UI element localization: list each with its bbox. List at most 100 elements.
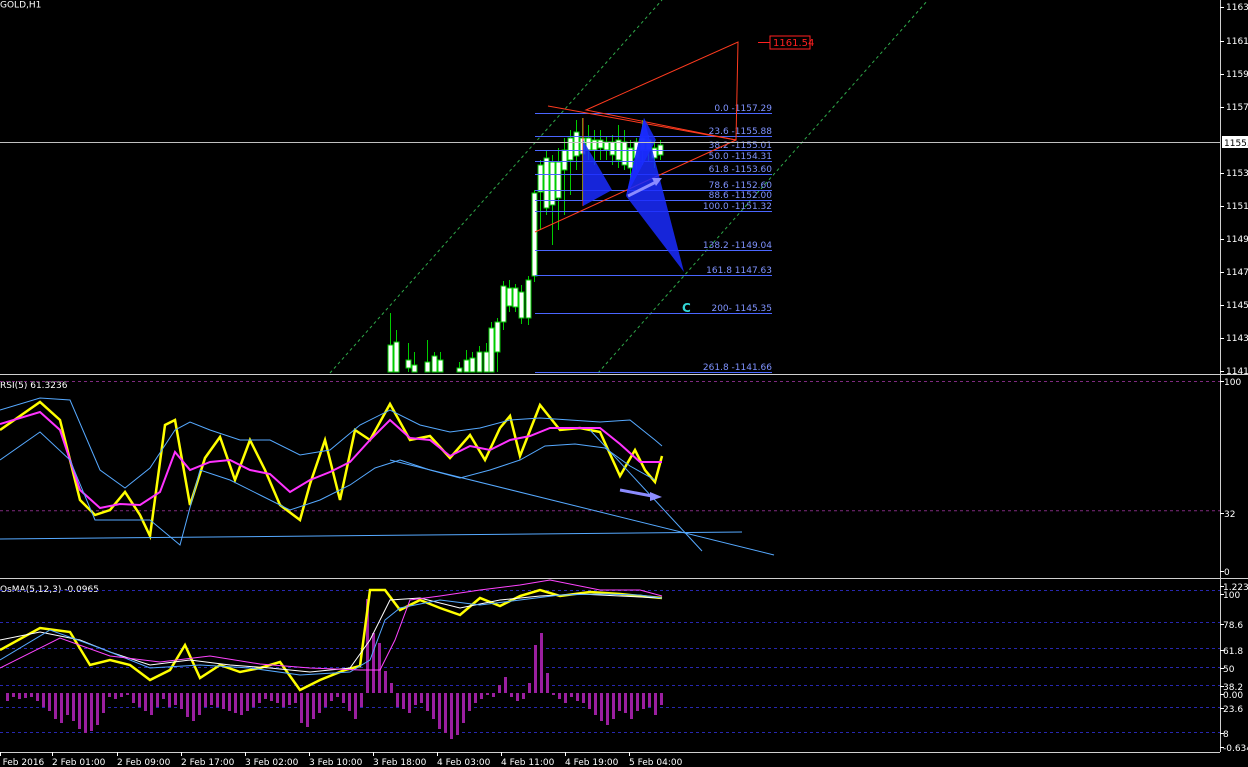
osma-bar bbox=[114, 693, 117, 699]
osma-bar bbox=[534, 645, 537, 693]
rsi-panel[interactable] bbox=[0, 376, 1220, 576]
candle-body bbox=[456, 367, 463, 373]
time-tick-label: 3 Feb 18:00 bbox=[373, 758, 427, 767]
price-tick-label: 1151. bbox=[1226, 202, 1248, 212]
osma-bar bbox=[396, 693, 399, 707]
osma-bar bbox=[612, 693, 615, 719]
time-tick-label: 3 Feb 10:00 bbox=[309, 758, 363, 767]
osma-bar bbox=[594, 693, 597, 715]
osma-bar bbox=[558, 693, 561, 699]
osma-bar bbox=[198, 693, 201, 715]
osma-bar bbox=[72, 693, 75, 721]
osma-bar bbox=[150, 693, 153, 715]
rsi-axis-label: 0 bbox=[1224, 568, 1230, 578]
osma-bar bbox=[564, 693, 567, 703]
osma-bar bbox=[96, 693, 99, 725]
main-price-panel[interactable] bbox=[0, 0, 1220, 373]
osma-bar bbox=[12, 693, 15, 697]
osma-bar bbox=[654, 693, 657, 715]
osma-bar bbox=[222, 693, 225, 709]
price-axis[interactable]: 1163. 1161. 1159. 1157. 1153. 1151. 1149. 1147.… bbox=[1220, 3, 1248, 377]
fib-level-label: 50.0 -1154.31 bbox=[709, 152, 772, 162]
osma-bar bbox=[444, 693, 447, 733]
time-tick-label: 2 Feb 09:00 bbox=[117, 758, 171, 767]
osma-bar bbox=[264, 693, 267, 699]
osma-bar bbox=[162, 693, 165, 699]
osma-bar bbox=[390, 683, 393, 693]
osma-bar bbox=[246, 693, 249, 711]
osma-bar bbox=[570, 693, 573, 697]
osma-bar bbox=[510, 693, 513, 697]
osma-bar bbox=[168, 693, 171, 707]
candle-body bbox=[393, 341, 400, 373]
candle-body bbox=[609, 141, 616, 156]
osma-bar bbox=[330, 693, 333, 701]
osma-bar bbox=[324, 693, 327, 707]
candle-body bbox=[573, 131, 580, 157]
price-tick-label: 1141. bbox=[1226, 367, 1248, 377]
osma-bar bbox=[582, 693, 585, 703]
osma-bar bbox=[546, 673, 549, 693]
osma-bar bbox=[132, 693, 135, 703]
candle-body bbox=[531, 192, 538, 277]
osma-bar bbox=[258, 693, 261, 703]
osma-bar bbox=[342, 693, 345, 703]
osma-bar bbox=[288, 693, 291, 705]
osma-bar bbox=[606, 693, 609, 725]
osma-bar bbox=[540, 633, 543, 693]
osma-bar bbox=[360, 693, 363, 707]
time-axis[interactable]: 2 Feb 2016 2 Feb 01:00 2 Feb 09:00 2 Feb 17… bbox=[0, 752, 683, 767]
time-tick-label: 3 Feb 02:00 bbox=[245, 758, 299, 767]
candle-body bbox=[512, 287, 519, 308]
osma-axis-label: 8 bbox=[1223, 730, 1229, 740]
fib-level-label: 61.8 -1153.60 bbox=[709, 165, 773, 175]
candle-body bbox=[424, 361, 431, 373]
osma-bar bbox=[234, 693, 237, 713]
osma-bar bbox=[522, 693, 525, 699]
price-tick-label: 1149. bbox=[1226, 235, 1248, 245]
price-tick-label: 1145. bbox=[1226, 301, 1248, 311]
osma-bar bbox=[30, 693, 33, 697]
osma-bar bbox=[384, 671, 387, 693]
candle-body bbox=[405, 359, 412, 369]
osma-axis-label: 100 bbox=[1223, 591, 1240, 601]
osma-bar bbox=[438, 693, 441, 729]
fib-level-label: 78.6 -1152.60 bbox=[709, 181, 773, 191]
fib-level-label: 23.6 -1155.88 bbox=[709, 127, 773, 137]
trading-chart-window[interactable]: GOLD,H1 0.0 -1157.2923.6 -1155.8838.2 -1… bbox=[0, 0, 1248, 767]
osma-bar bbox=[204, 693, 207, 707]
fib-level-label: 88.6 -1152.00 bbox=[709, 191, 773, 201]
osma-bar bbox=[216, 693, 219, 707]
time-tick-label: 4 Feb 03:00 bbox=[437, 758, 491, 767]
osma-bar bbox=[648, 693, 651, 707]
osma-bar bbox=[504, 677, 507, 693]
candle-body bbox=[525, 279, 532, 319]
osma-bar bbox=[270, 693, 273, 701]
candle-body bbox=[437, 359, 444, 373]
osma-axis-label: 61.8 bbox=[1223, 647, 1243, 657]
candle-body bbox=[555, 161, 562, 199]
osma-bar bbox=[144, 693, 147, 711]
candle-body bbox=[603, 141, 610, 151]
osma-bar bbox=[450, 693, 453, 739]
price-tick-label: 1147. bbox=[1226, 268, 1248, 278]
osma-bar bbox=[84, 693, 87, 733]
candle-body bbox=[500, 285, 507, 323]
fib-level-label: 0.0 -1157.29 bbox=[714, 104, 772, 114]
osma-bar bbox=[492, 693, 495, 697]
osma-bar bbox=[402, 693, 405, 709]
osma-bar bbox=[156, 693, 159, 707]
osma-bar bbox=[624, 693, 627, 713]
osma-bar bbox=[120, 693, 123, 697]
fib-level-label: 138.2 -1149.04 bbox=[703, 241, 772, 251]
osma-bar bbox=[408, 693, 411, 713]
time-tick-label: 4 Feb 19:00 bbox=[565, 758, 619, 767]
candle-body bbox=[411, 364, 418, 373]
price-tick-label: 1159. bbox=[1226, 70, 1248, 80]
symbol-title: GOLD,H1 bbox=[0, 1, 41, 11]
osma-axis: 1.223210078.661.85038.20.0023.68-0.634 bbox=[1220, 583, 1248, 754]
time-tick-label: 2 Feb 17:00 bbox=[181, 758, 235, 767]
osma-bar bbox=[516, 693, 519, 701]
rsi-axis-label: 100 bbox=[1224, 378, 1241, 388]
osma-axis-label: 78.6 bbox=[1223, 621, 1243, 631]
